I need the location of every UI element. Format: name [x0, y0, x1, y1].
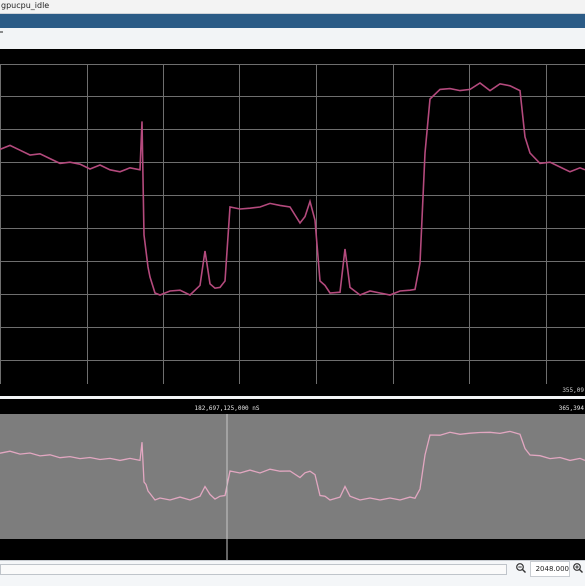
zoom-out-button[interactable]: [513, 561, 529, 575]
main-plot-right-label: 355,09: [562, 387, 584, 394]
main-plot-frame: 355,09: [0, 48, 585, 399]
horizontal-scrollbar[interactable]: [0, 564, 507, 575]
overview-cursor-label: 182,697,125,000 nS: [194, 405, 259, 412]
main-plot-canvas: 355,09: [0, 64, 585, 394]
zoom-in-button[interactable]: [570, 561, 585, 575]
overview-canvas: 182,697,125,000 nS 365,394: [0, 405, 585, 560]
title-bar: gpucpu_idle: [0, 0, 585, 14]
zoom-value-field[interactable]: 2048.000: [530, 561, 570, 577]
toolbar: [0, 28, 585, 49]
toolbar-separator: [0, 31, 3, 33]
window-title: gpucpu_idle: [1, 1, 50, 10]
main-plot-grid: [0, 64, 585, 384]
magnifier-minus-icon: [516, 563, 526, 573]
status-bar: 2048.000: [0, 560, 585, 586]
overview-panel[interactable]: 182,697,125,000 nS 365,394: [0, 399, 585, 560]
menu-bar: [0, 14, 585, 28]
magnifier-plus-icon: [573, 563, 583, 573]
main-plot[interactable]: 355,09: [0, 49, 585, 396]
overview-right-label: 365,394: [559, 405, 585, 412]
